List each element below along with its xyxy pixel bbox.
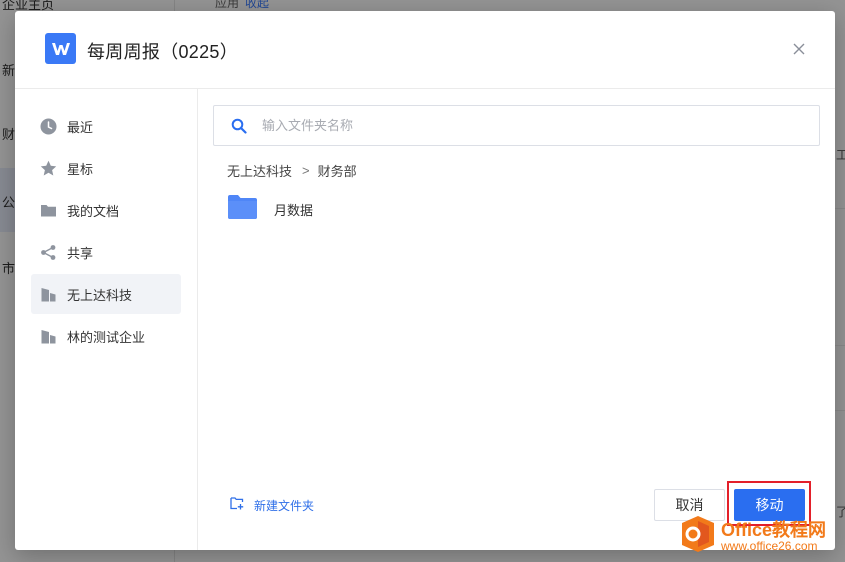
sidebar-item-label: 星标 <box>67 161 94 177</box>
move-file-dialog: 每周周报（0225） 最近 星标 我的文档 共享 无上达科技 林的测试企业 输入… <box>15 11 835 550</box>
clock-icon <box>40 118 57 135</box>
star-icon <box>40 160 57 177</box>
sidebar-item-starred[interactable]: 星标 <box>31 148 181 188</box>
folder-search-box[interactable] <box>213 105 820 146</box>
breadcrumb-separator: > <box>302 163 310 178</box>
folder-search-input[interactable] <box>262 118 782 133</box>
folder-name: 月数据 <box>274 203 314 218</box>
building-icon <box>40 328 57 345</box>
sidebar-item-wushangda[interactable]: 无上达科技 <box>31 274 181 314</box>
folder-item-monthly-data[interactable]: 月数据 <box>228 195 313 224</box>
dialog-main-panel: 无上达科技 > 财务部 月数据 新建文件夹 取消 移动 <box>198 89 835 550</box>
sidebar-item-lin-test-enterprise[interactable]: 林的测试企业 <box>31 316 181 356</box>
new-folder-button[interactable]: 新建文件夹 <box>230 496 314 515</box>
sidebar-item-label: 林的测试企业 <box>67 329 146 345</box>
new-folder-icon <box>230 496 244 515</box>
watermark-line2: www.office26.com <box>721 538 818 553</box>
watermark-line1: Office教程网 <box>721 519 827 540</box>
search-icon <box>231 118 247 134</box>
watermark-text: Office教程网 www.office26.com <box>721 521 826 553</box>
sidebar-item-shared[interactable]: 共享 <box>31 232 181 272</box>
sidebar-item-label: 共享 <box>67 245 94 261</box>
sidebar-item-my-documents[interactable]: 我的文档 <box>31 190 181 230</box>
breadcrumb-item-finance[interactable]: 财务部 <box>318 161 357 180</box>
dialog-sidebar: 最近 星标 我的文档 共享 无上达科技 林的测试企业 <box>15 89 198 550</box>
watermark: Office教程网 www.office26.com <box>680 515 826 558</box>
share-icon <box>40 244 57 261</box>
close-icon[interactable] <box>791 41 807 57</box>
building-icon <box>40 286 57 303</box>
new-folder-label: 新建文件夹 <box>254 499 315 513</box>
breadcrumb: 无上达科技 > 财务部 <box>227 161 357 180</box>
sidebar-item-recent[interactable]: 最近 <box>31 106 181 146</box>
wps-logo-icon <box>45 33 76 64</box>
folder-icon <box>228 195 257 224</box>
office-logo-icon <box>680 515 716 558</box>
breadcrumb-item-wushangda[interactable]: 无上达科技 <box>227 161 292 180</box>
folder-icon <box>40 202 57 219</box>
sidebar-item-label: 最近 <box>67 119 94 135</box>
dialog-title: 每周周报（0225） <box>87 42 239 62</box>
dialog-header: 每周周报（0225） <box>15 11 835 89</box>
sidebar-item-label: 无上达科技 <box>67 287 133 303</box>
sidebar-item-label: 我的文档 <box>67 203 120 219</box>
